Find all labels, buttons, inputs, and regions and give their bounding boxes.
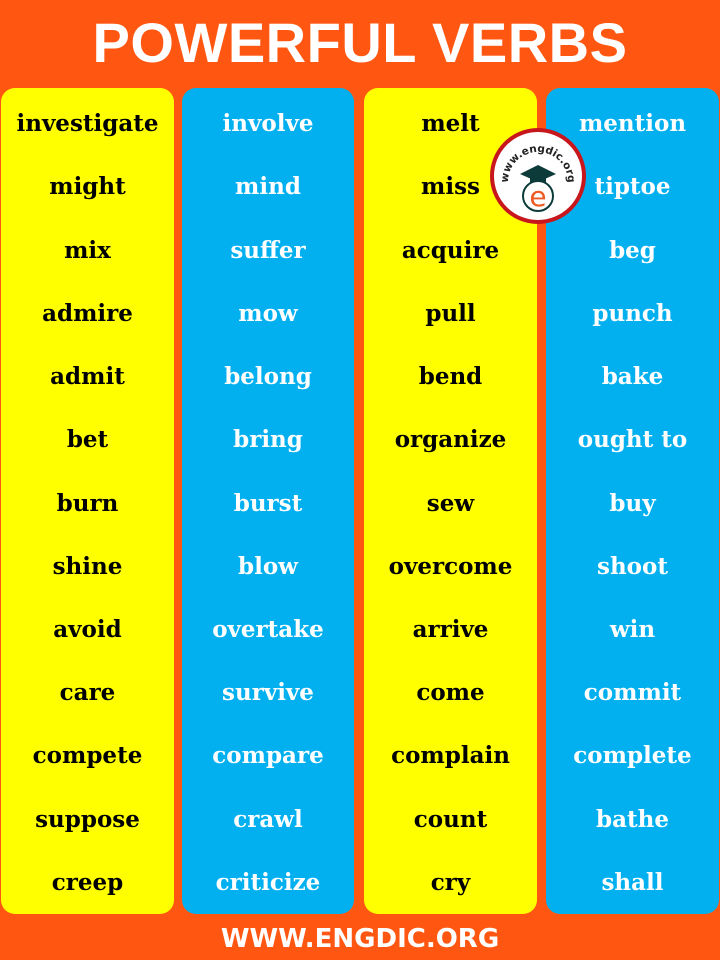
verb-item: organize <box>394 426 507 454</box>
verb-item: might <box>49 173 126 201</box>
verb-item: overcome <box>388 552 513 580</box>
verb-item: punch <box>592 299 673 327</box>
verb-item: acquire <box>401 236 500 264</box>
verb-column-2: involve mind suffer mow belong bring burst blow… <box>182 88 354 914</box>
verb-item: suppose <box>35 805 140 833</box>
verb-item: win <box>609 615 656 643</box>
verb-item: burst <box>233 489 303 517</box>
verb-item: bathe <box>596 805 669 833</box>
verb-item: sew <box>426 489 475 517</box>
verb-item: compete <box>32 742 143 770</box>
graduation-cap-icon: www.engdic.org e <box>499 143 577 213</box>
verb-item: beg <box>609 236 656 264</box>
verb-item: admit <box>50 363 125 391</box>
footer-url: WWW.ENGDIC.ORG <box>220 924 500 954</box>
verb-item: shine <box>52 552 123 580</box>
logo-letter: e <box>529 180 546 213</box>
verb-item: bend <box>418 363 483 391</box>
verb-column-1: investigate might mix admire admit bet burn shi… <box>1 88 174 914</box>
verb-item: mind <box>235 173 301 201</box>
verb-item: complete <box>573 742 692 770</box>
verb-item: mix <box>64 236 111 264</box>
verb-item: arrive <box>412 615 489 643</box>
verb-item: crawl <box>233 805 303 833</box>
verb-item: shall <box>601 868 664 896</box>
verb-item: bring <box>233 426 303 454</box>
verb-item: investigate <box>16 110 159 138</box>
verb-item: overtake <box>212 615 324 643</box>
verb-item: pull <box>425 299 476 327</box>
verb-item: admire <box>42 299 133 327</box>
verb-item: survive <box>222 679 314 707</box>
verb-item: bet <box>66 426 109 454</box>
verb-item: care <box>59 679 116 707</box>
verb-item: ought to <box>577 426 688 454</box>
verb-item: bake <box>601 363 664 391</box>
verb-item: involve <box>222 110 314 138</box>
verb-item: cry <box>430 868 471 896</box>
verb-item: shoot <box>597 552 668 580</box>
verb-item: count <box>413 805 488 833</box>
verb-item: buy <box>609 489 656 517</box>
verb-item: mow <box>238 299 298 327</box>
verb-item: compare <box>212 742 324 770</box>
page-title: POWERFUL VERBS <box>92 10 628 74</box>
verb-item: burn <box>56 489 119 517</box>
engdic-logo: www.engdic.org e <box>490 128 586 224</box>
verb-item: avoid <box>53 615 122 643</box>
verb-item: complain <box>391 742 510 770</box>
verb-item: criticize <box>215 868 321 896</box>
verb-item: suffer <box>230 236 306 264</box>
verb-item: come <box>416 679 485 707</box>
verb-item: commit <box>583 679 682 707</box>
verb-item: belong <box>224 363 312 391</box>
verb-item: blow <box>238 552 298 580</box>
verb-item: creep <box>51 868 124 896</box>
